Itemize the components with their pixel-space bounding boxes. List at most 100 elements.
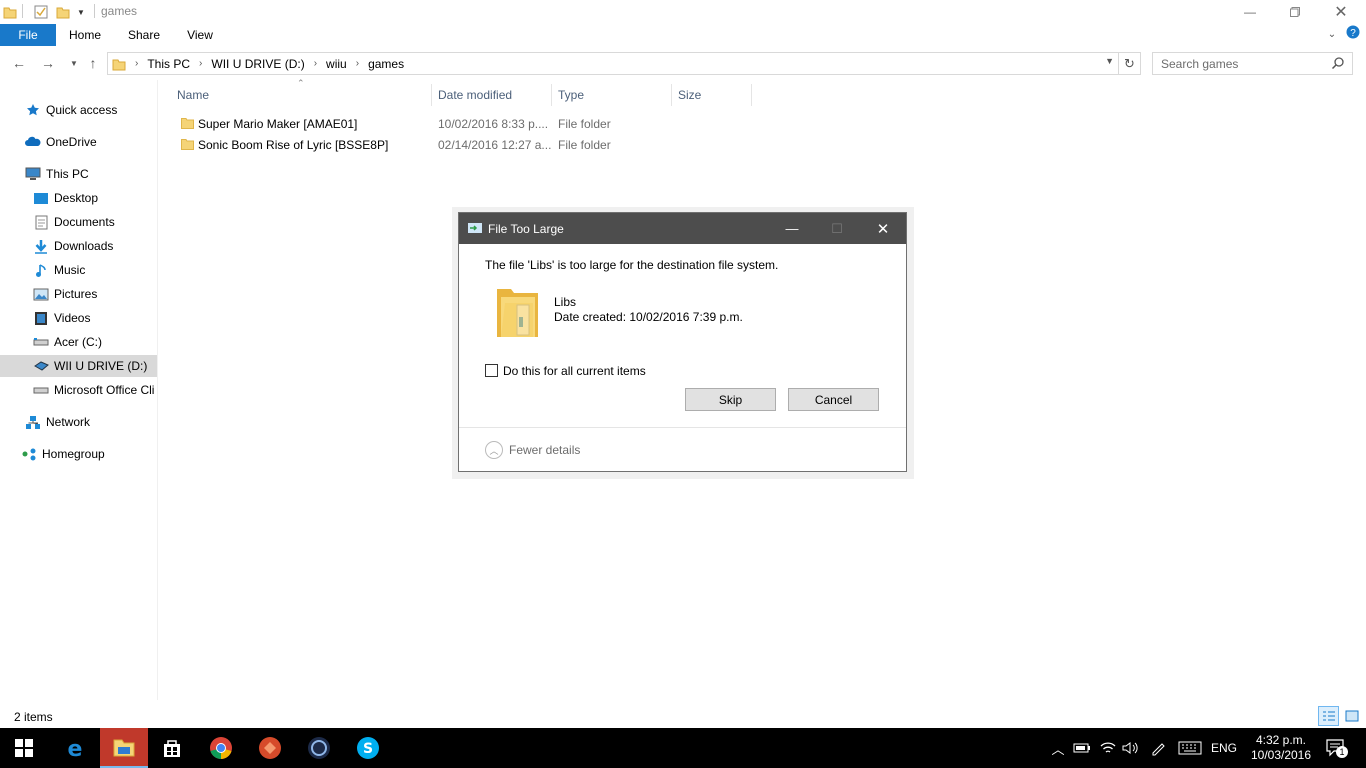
nav-label: This PC	[46, 167, 89, 181]
folder-icon	[497, 289, 538, 337]
breadcrumb-games[interactable]: games	[368, 57, 404, 71]
help-icon[interactable]: ?	[1344, 24, 1362, 46]
nav-item-onedrive[interactable]: OneDrive	[0, 131, 157, 153]
nav-label: Acer (C:)	[54, 335, 102, 349]
nav-item-quick-access[interactable]: Quick access	[0, 99, 157, 121]
minimize-button[interactable]: —	[1227, 0, 1273, 24]
folder-icon	[112, 57, 126, 71]
nav-item-office-drive[interactable]: Microsoft Office Cli	[0, 379, 157, 401]
star-icon	[25, 102, 41, 118]
nav-item-documents[interactable]: Documents	[0, 211, 157, 233]
toolbar-divider	[94, 4, 95, 18]
dialog-minimize-button[interactable]: —	[769, 213, 815, 244]
chrome-button[interactable]	[197, 728, 245, 768]
pen-icon[interactable]	[1148, 728, 1170, 768]
column-header-type[interactable]: Type	[552, 84, 672, 106]
edge-browser-button[interactable]: e	[51, 728, 99, 768]
apply-to-all-label[interactable]: Do this for all current items	[503, 364, 646, 378]
forward-button[interactable]: →	[37, 52, 59, 74]
nav-label: Network	[46, 415, 91, 429]
large-icons-view-button[interactable]	[1341, 706, 1362, 726]
up-button[interactable]: ↑	[82, 52, 104, 74]
show-hidden-icons-icon[interactable]: ︿	[1049, 728, 1067, 768]
nav-label: Homegroup	[42, 447, 105, 461]
expand-ribbon-icon[interactable]: ⌄	[1322, 24, 1342, 46]
nav-label: WII U DRIVE (D:)	[54, 359, 148, 373]
tab-home[interactable]: Home	[62, 24, 108, 46]
nav-item-pictures[interactable]: Pictures	[0, 283, 157, 305]
copy-icon	[468, 223, 482, 233]
chevron-right-icon[interactable]: ›	[314, 58, 317, 69]
videos-icon	[33, 310, 49, 326]
close-button[interactable]: ✕	[1318, 0, 1364, 24]
breadcrumb-this-pc[interactable]: This PC	[147, 57, 190, 71]
start-button[interactable]	[0, 728, 48, 768]
column-header-name[interactable]: Name	[171, 84, 432, 106]
search-input[interactable]: Search games	[1152, 52, 1353, 75]
taskbar-clock[interactable]: 4:32 p.m. 10/03/2016	[1243, 733, 1319, 763]
properties-icon[interactable]	[34, 4, 48, 20]
store-button[interactable]	[148, 728, 196, 768]
action-center-button[interactable]: 1	[1322, 728, 1350, 768]
dialog-close-button[interactable]: ✕	[860, 213, 906, 244]
cancel-button[interactable]: Cancel	[788, 388, 879, 411]
column-header-date-modified[interactable]: Date modified	[432, 84, 552, 106]
file-row[interactable]: Super Mario Maker [AMAE01] 10/02/2016 8:…	[172, 113, 752, 134]
keyboard-icon[interactable]	[1176, 728, 1204, 768]
nav-item-acer-c[interactable]: Acer (C:)	[0, 331, 157, 353]
chevron-right-icon[interactable]: ›	[199, 58, 202, 69]
dialog-titlebar: File Too Large — ☐ ✕	[459, 213, 906, 244]
nav-item-network[interactable]: Network	[0, 411, 157, 433]
details-view-button[interactable]	[1318, 706, 1339, 726]
nav-item-wii-u-drive[interactable]: WII U DRIVE (D:)	[0, 355, 157, 377]
tab-share[interactable]: Share	[121, 24, 167, 46]
window-titlebar: ▼ games — ✕	[0, 0, 1366, 24]
customize-toolbar-icon[interactable]: ▼	[77, 4, 85, 20]
app-button[interactable]	[295, 728, 343, 768]
file-row[interactable]: Sonic Boom Rise of Lyric [BSSE8P] 02/14/…	[172, 134, 752, 155]
breadcrumb-wiiu[interactable]: wiiu	[326, 57, 347, 71]
fewer-details-label: Fewer details	[509, 443, 581, 457]
refresh-button[interactable]: ↻	[1119, 52, 1141, 75]
app-button[interactable]	[246, 728, 294, 768]
address-dropdown-icon[interactable]: ▼	[1105, 56, 1114, 66]
file-date: 02/14/2016 12:27 a...	[438, 137, 552, 152]
language-indicator[interactable]: ENG	[1208, 728, 1240, 768]
nav-label: Quick access	[46, 103, 118, 117]
clock-time: 4:32 p.m.	[1255, 733, 1307, 747]
nav-item-desktop[interactable]: Desktop	[0, 187, 157, 209]
tab-file[interactable]: File	[0, 24, 56, 46]
clock-date: 10/03/2016	[1250, 748, 1312, 762]
nav-item-this-pc[interactable]: This PC	[0, 163, 157, 185]
svg-text:?: ?	[1350, 28, 1356, 39]
address-bar[interactable]: › This PC › WII U DRIVE (D:) › wiiu › ga…	[107, 52, 1119, 75]
tab-view[interactable]: View	[177, 24, 223, 46]
nav-item-music[interactable]: Music	[0, 259, 157, 281]
ribbon-tabs: File Home Share View ⌄ ?	[0, 24, 1366, 46]
battery-icon[interactable]	[1072, 728, 1092, 768]
skip-button[interactable]: Skip	[685, 388, 776, 411]
nav-item-homegroup[interactable]: Homegroup	[0, 443, 157, 465]
usb-drive-icon	[33, 358, 49, 374]
folder-icon	[181, 118, 194, 129]
nav-item-videos[interactable]: Videos	[0, 307, 157, 329]
dialog-maximize-button: ☐	[831, 220, 843, 236]
chevron-right-icon[interactable]: ›	[356, 58, 359, 69]
volume-icon[interactable]	[1121, 728, 1141, 768]
apply-to-all-checkbox[interactable]	[485, 364, 498, 377]
fewer-details-toggle[interactable]: ︿ Fewer details	[485, 441, 580, 459]
file-explorer-button[interactable]	[100, 728, 148, 768]
chevron-right-icon: ›	[135, 58, 139, 69]
breadcrumb-drive[interactable]: WII U DRIVE (D:)	[211, 57, 304, 71]
windows-logo-icon	[15, 739, 33, 757]
skype-button[interactable]: S	[344, 728, 392, 768]
back-button[interactable]: ←	[8, 52, 30, 74]
nav-item-downloads[interactable]: Downloads	[0, 235, 157, 257]
column-header-size[interactable]: Size	[672, 84, 752, 106]
navigation-pane: Quick access OneDrive This PC Desktop Do…	[0, 80, 158, 700]
wifi-icon[interactable]	[1097, 728, 1119, 768]
restore-button[interactable]	[1272, 0, 1318, 24]
app-icon	[259, 737, 281, 759]
download-icon	[33, 238, 49, 254]
new-folder-icon[interactable]	[56, 4, 70, 20]
